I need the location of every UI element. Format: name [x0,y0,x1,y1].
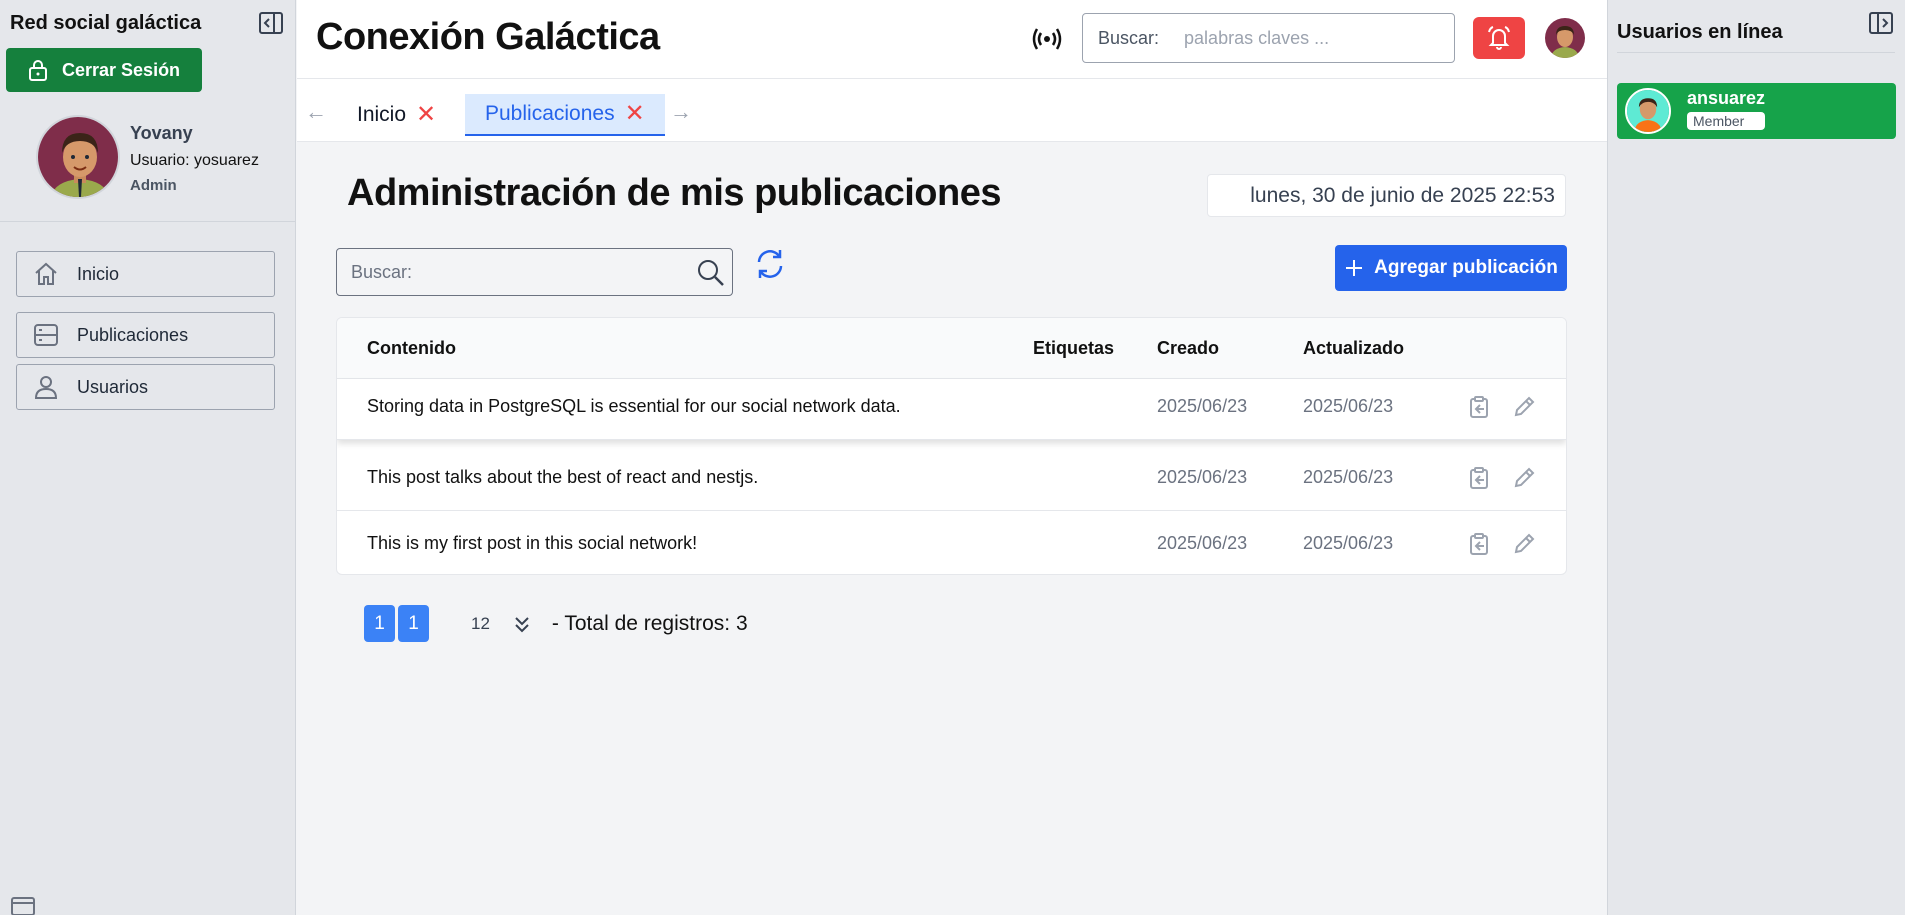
per-page-select[interactable]: 12 [471,614,490,634]
notifications-button[interactable] [1473,17,1525,59]
search-label: Buscar: [1098,27,1160,48]
profile-name: Yovany [130,123,193,143]
plus-icon [1346,260,1363,276]
logout-button[interactable]: Cerrar Sesión [6,48,202,92]
datetime-text: lunes, 30 de junio de 2025 22:53 [1250,183,1555,207]
online-user-name: ansuarez [1687,88,1766,108]
home-icon [35,262,57,285]
datetime-display: lunes, 30 de junio de 2025 22:53 [1207,174,1566,217]
server-icon [34,324,58,346]
row-created: 2025/06/23 [1157,467,1248,487]
page-button[interactable]: 1 [398,605,429,642]
row-updated: 2025/06/23 [1303,467,1394,487]
archive-icon[interactable] [10,896,36,915]
row-content: Storing data in PostgreSQL is essential … [367,396,901,416]
refresh-icon[interactable] [754,247,786,281]
chevron-double-down-icon[interactable] [510,612,534,636]
search-icon[interactable] [696,258,726,288]
close-icon[interactable]: ✕ [625,102,645,126]
logout-label: Cerrar Sesión [62,59,181,80]
sidebar-item-inicio[interactable]: Inicio [16,251,275,297]
add-post-label: Agregar publicación [1374,257,1558,278]
table-row[interactable]: This post talks about the best of react … [337,445,1566,511]
avatar [1625,88,1671,134]
header-avatar[interactable] [1545,18,1585,58]
table-header: Contenido Etiquetas Creado Actualizado [337,318,1566,379]
column-header-updated[interactable]: Actualizado [1303,338,1404,359]
column-header-content[interactable]: Contenido [367,338,456,359]
tab-next-arrow-icon[interactable]: → [670,99,692,125]
sidebar-item-publicaciones[interactable]: Publicaciones [16,312,275,358]
add-post-button[interactable]: Agregar publicación [1335,245,1567,291]
row-content: This post talks about the best of react … [367,467,759,487]
broadcast-icon[interactable] [1031,24,1063,54]
sidebar-item-label: Inicio [77,263,120,284]
sidebar-divider [1617,52,1895,53]
page-title: Administración de mis publicaciones [347,172,1002,214]
posts-search-input[interactable]: Buscar: [336,248,733,296]
table-row[interactable]: Storing data in PostgreSQL is essential … [337,379,1566,440]
close-icon[interactable]: ✕ [416,103,436,127]
row-created: 2025/06/23 [1157,396,1248,416]
app-title: Conexión Galáctica [316,16,660,58]
row-updated: 2025/06/23 [1303,396,1394,416]
clipboard-icon[interactable] [1467,466,1491,490]
clipboard-icon[interactable] [1467,395,1491,419]
online-user-card[interactable]: ansuarez Member [1617,83,1896,139]
posts-table: Contenido Etiquetas Creado Actualizado S… [336,317,1567,575]
online-users-title: Usuarios en línea [1617,21,1783,43]
search-label: Buscar: [351,261,413,282]
pagination: 1 1 12 - Total de registros: 3 [364,605,748,642]
row-content: This is my first post in this social net… [367,533,698,553]
sidebar-item-label: Usuarios [77,376,149,397]
clipboard-icon[interactable] [1467,532,1491,556]
brand-title: Red social galáctica [10,12,202,34]
sidebar-item-label: Publicaciones [77,324,189,345]
tab-publicaciones[interactable]: Publicaciones ✕ [465,94,665,136]
tab-label: Inicio [357,103,407,126]
sidebar-divider [0,221,296,222]
alarm-bell-icon [1488,26,1510,50]
left-sidebar: Red social galáctica Cerrar Sesión Yovan… [0,0,296,915]
right-sidebar: Usuarios en línea ansuarez Member [1607,0,1905,915]
collapse-left-icon[interactable] [258,11,284,35]
column-header-tags[interactable]: Etiquetas [1033,338,1114,359]
lock-icon [29,60,47,81]
top-header: Conexión Galáctica Buscar: palabras clav… [297,0,1607,79]
global-search-input[interactable]: Buscar: palabras claves ... [1082,13,1455,63]
table-row[interactable]: This is my first post in this social net… [337,511,1566,574]
edit-pencil-icon[interactable] [1512,395,1536,419]
collapse-right-icon[interactable] [1868,11,1894,35]
profile-role: Admin [130,177,177,194]
tab-bar: ← Inicio ✕ Publicaciones ✕ → [297,79,1607,142]
row-created: 2025/06/23 [1157,533,1248,553]
role-badge: Member [1687,112,1765,130]
sidebar-item-usuarios[interactable]: Usuarios [16,364,275,410]
edit-pencil-icon[interactable] [1512,466,1536,490]
tab-inicio[interactable]: Inicio ✕ [337,94,456,136]
total-records: - Total de registros: 3 [551,611,748,635]
profile-avatar [36,115,120,199]
page-button[interactable]: 1 [364,605,395,642]
tab-prev-arrow-icon[interactable]: ← [305,99,327,125]
edit-pencil-icon[interactable] [1512,532,1536,556]
column-header-created[interactable]: Creado [1157,338,1219,359]
row-updated: 2025/06/23 [1303,533,1394,553]
search-placeholder: palabras claves ... [1184,27,1330,48]
profile-username: Usuario: yosuarez [130,152,259,169]
user-icon [34,376,58,399]
tab-label: Publicaciones [485,102,615,125]
